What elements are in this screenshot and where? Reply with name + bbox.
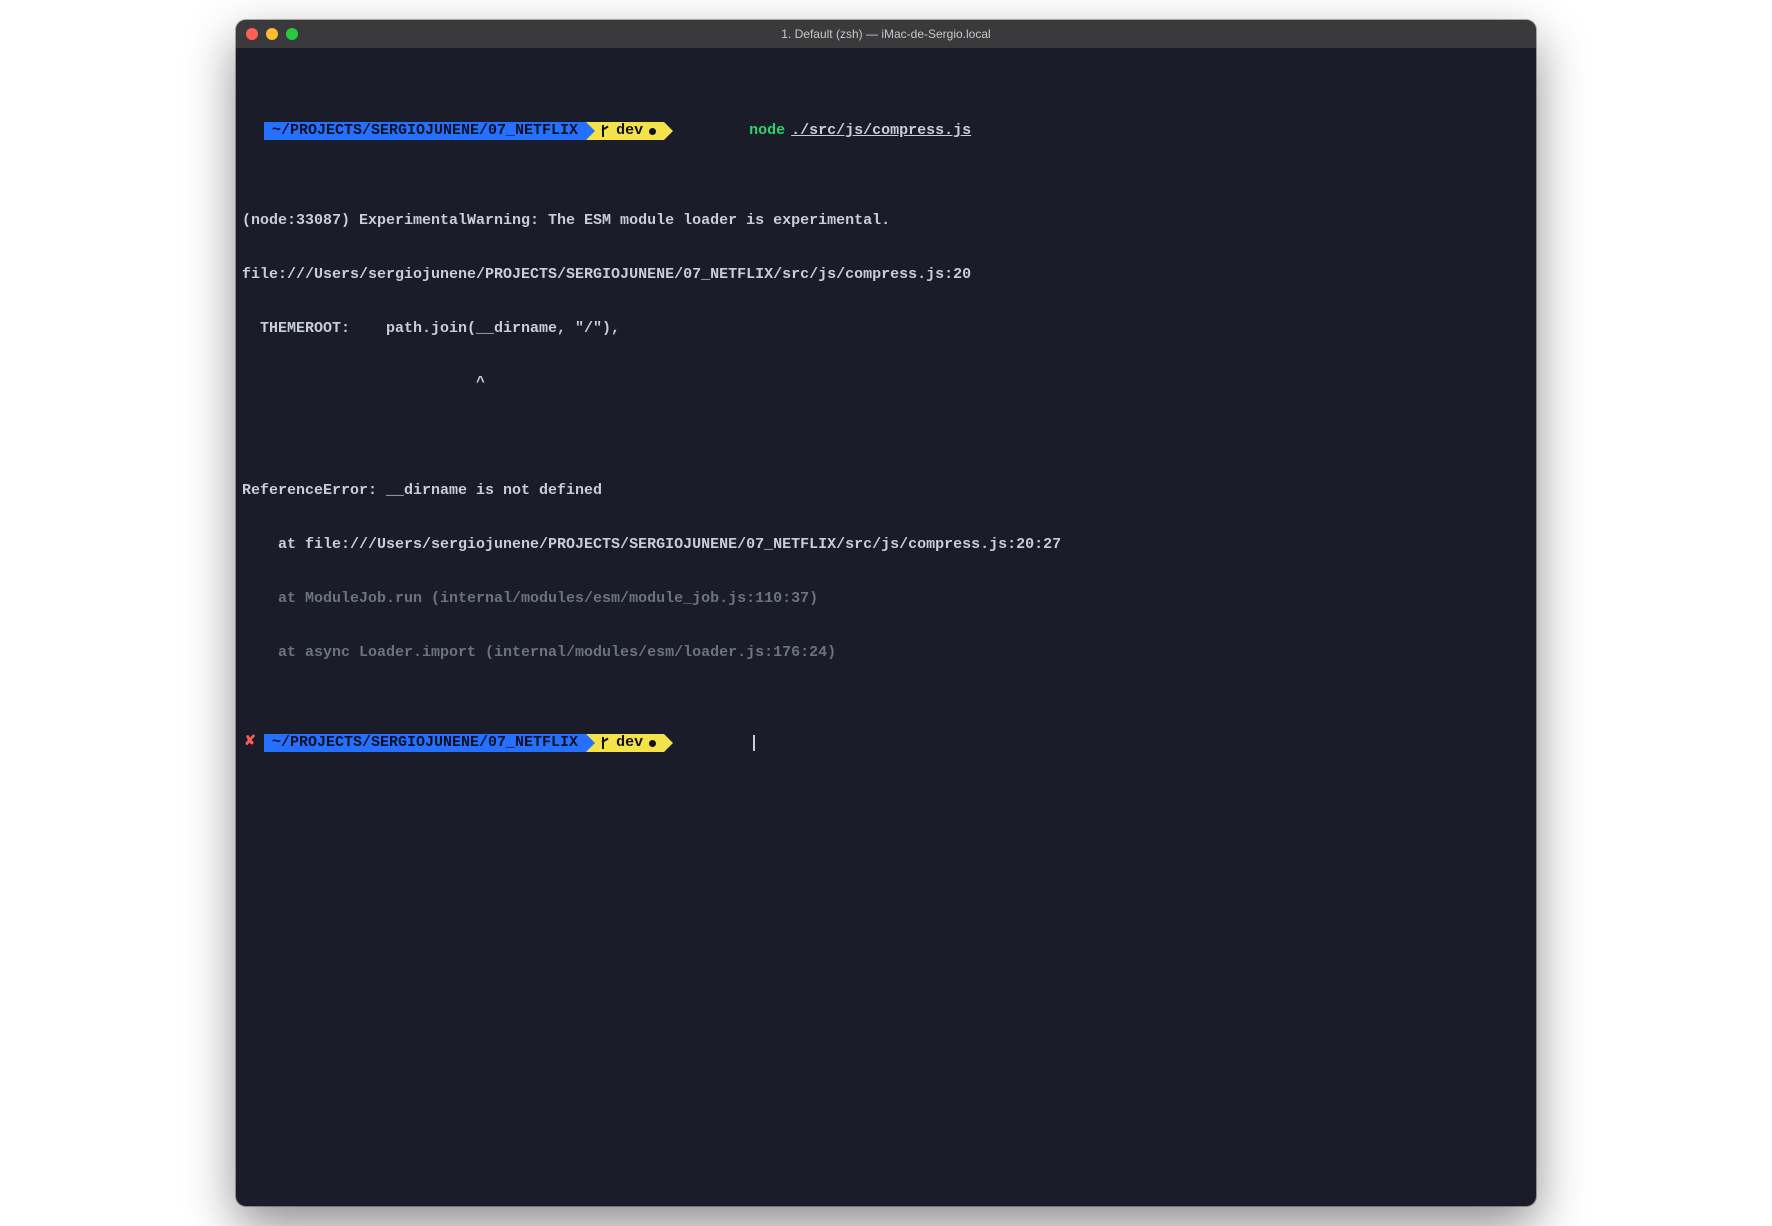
maximize-button[interactable] — [286, 28, 298, 40]
output-line: (node:33087) ExperimentalWarning: The ES… — [236, 212, 1536, 230]
path-segment: ~/PROJECTS/SERGIOJUNENE/07_NETFLIX — [264, 734, 586, 752]
segment-arrow-icon — [586, 734, 595, 752]
git-segment: dev — [586, 734, 664, 752]
git-branch: dev — [616, 122, 643, 140]
output-line-dim: at ModuleJob.run (internal/modules/esm/m… — [236, 590, 1536, 608]
command-argument: ./src/js/compress.js — [791, 122, 971, 140]
window-title: 1. Default (zsh) — iMac-de-Sergio.local — [236, 27, 1536, 41]
output-line: file:///Users/sergiojunene/PROJECTS/SERG… — [236, 266, 1536, 284]
output-line: ^ — [236, 374, 1536, 392]
titlebar[interactable]: 1. Default (zsh) — iMac-de-Sergio.local — [236, 20, 1536, 48]
path-segment: ~/PROJECTS/SERGIOJUNENE/07_NETFLIX — [264, 122, 586, 140]
output-line — [236, 428, 1536, 446]
prompt-line-1: ~/PROJECTS/SERGIOJUNENE/07_NETFLIX dev n… — [236, 122, 1536, 140]
prompt-line-2: ✘ ~/PROJECTS/SERGIOJUNENE/07_NETFLIX dev — [236, 734, 1536, 752]
git-dirty-icon — [649, 740, 656, 747]
status-indicator — [236, 122, 264, 140]
segment-arrow-icon — [586, 122, 595, 140]
terminal-window: 1. Default (zsh) — iMac-de-Sergio.local … — [236, 20, 1536, 1206]
cwd-path: ~/PROJECTS/SERGIOJUNENE/07_NETFLIX — [272, 122, 578, 140]
git-branch-icon — [600, 737, 610, 749]
terminal-body[interactable]: ~/PROJECTS/SERGIOJUNENE/07_NETFLIX dev n… — [236, 48, 1536, 1206]
git-dirty-icon — [649, 128, 656, 135]
output-line-dim: at async Loader.import (internal/modules… — [236, 644, 1536, 662]
command-input[interactable] — [664, 734, 755, 752]
error-status-icon: ✘ — [236, 734, 264, 752]
traffic-lights — [246, 28, 298, 40]
command-binary: node — [749, 122, 785, 140]
close-button[interactable] — [246, 28, 258, 40]
segment-arrow-icon — [664, 122, 673, 140]
git-branch: dev — [616, 734, 643, 752]
git-segment: dev — [586, 122, 664, 140]
git-branch-icon — [600, 125, 610, 137]
output-line: ReferenceError: __dirname is not defined — [236, 482, 1536, 500]
segment-arrow-icon — [664, 734, 673, 752]
cwd-path: ~/PROJECTS/SERGIOJUNENE/07_NETFLIX — [272, 734, 578, 752]
output-line: at file:///Users/sergiojunene/PROJECTS/S… — [236, 536, 1536, 554]
minimize-button[interactable] — [266, 28, 278, 40]
command-input[interactable]: node ./src/js/compress.js — [664, 122, 971, 140]
cursor-icon — [753, 735, 755, 751]
output-line: THEMEROOT: path.join(__dirname, "/"), — [236, 320, 1536, 338]
